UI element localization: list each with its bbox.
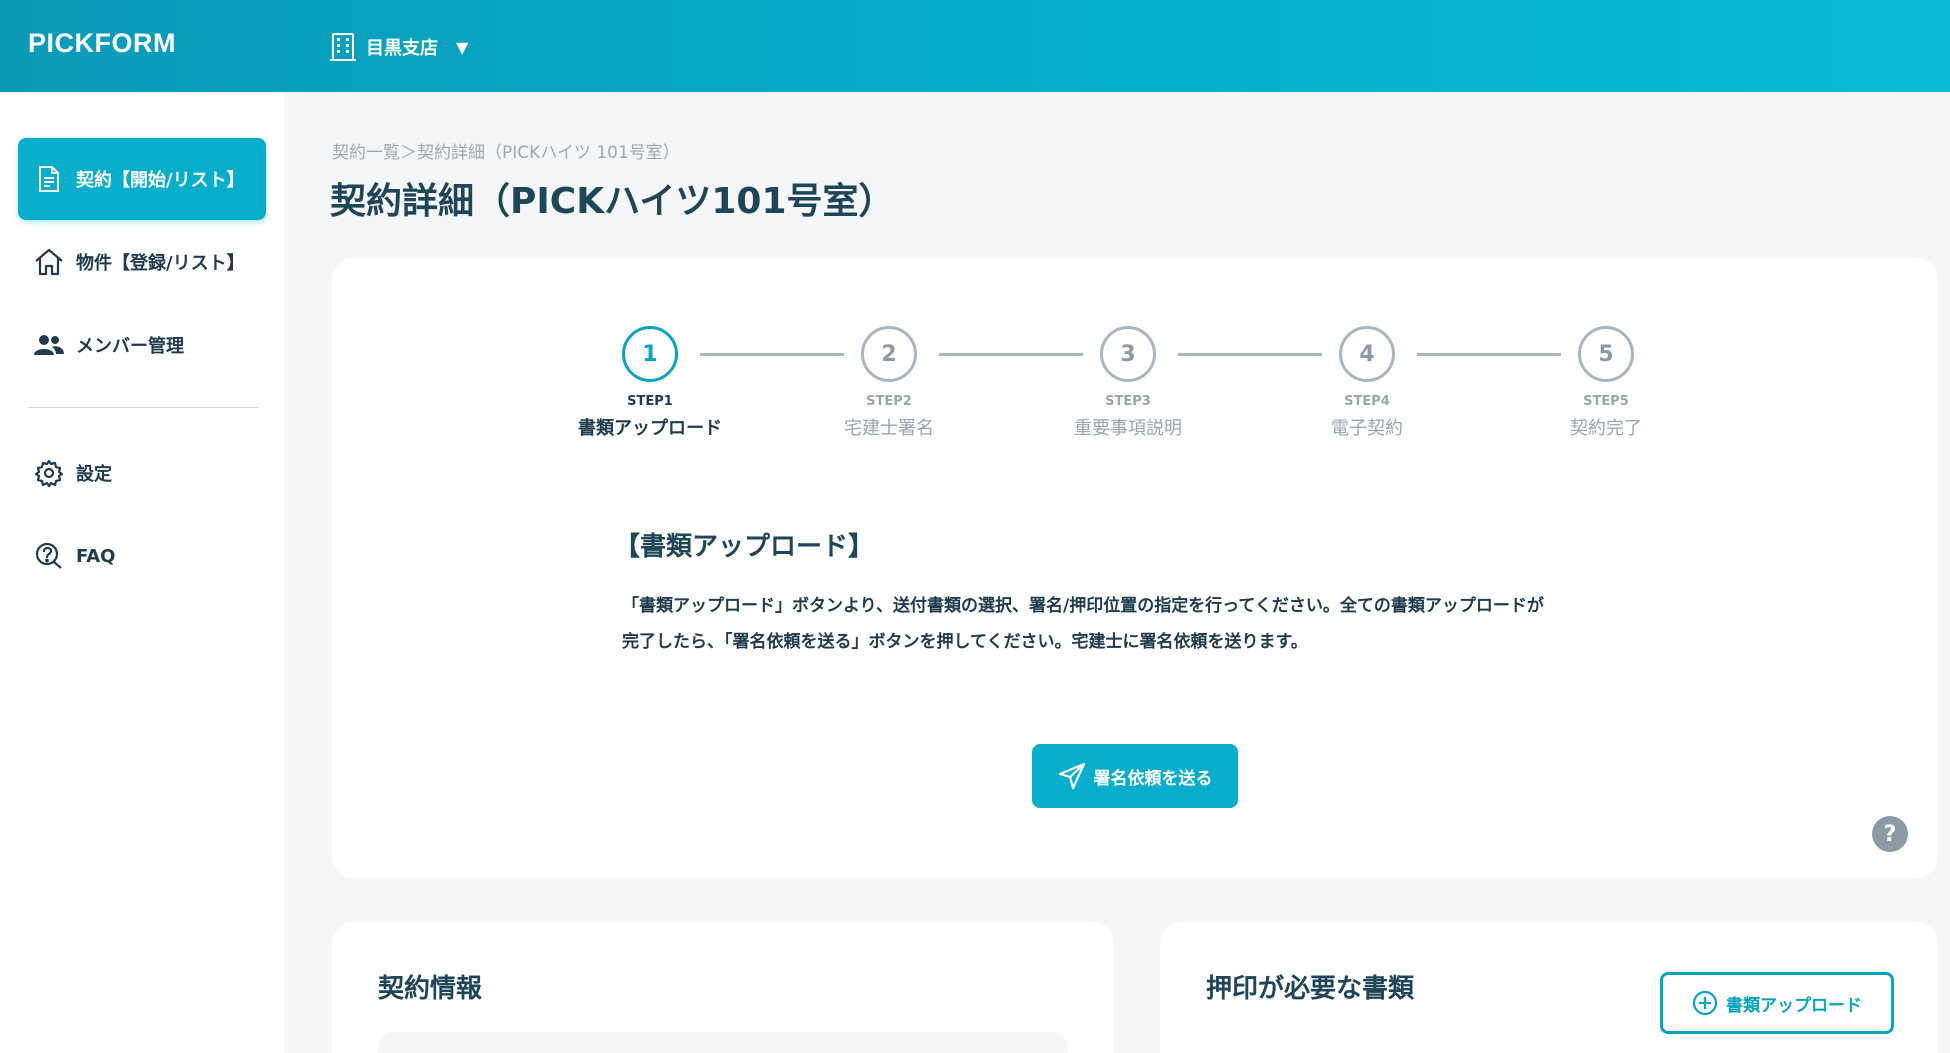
plus-circle-icon xyxy=(1692,990,1718,1016)
required-docs-title: 押印が必要な書類 xyxy=(1206,974,1415,1004)
sidebar-item-faq[interactable]: FAQ xyxy=(18,515,266,597)
sidebar-item-contracts[interactable]: 契約【開始/リスト】 xyxy=(18,138,266,220)
step-card: 1 STEP1 書類アップロード 2 STEP2 宅建士署名 3 STEP3 重… xyxy=(332,258,1938,878)
section-description-line: 「書類アップロード」ボタンより、送付書類の選択、署名/押印位置の指定を行ってくだ… xyxy=(622,596,1544,616)
sidebar-item-settings[interactable]: 設定 xyxy=(18,432,266,514)
step-connector xyxy=(700,353,844,356)
branch-name: 目黒支店 xyxy=(366,38,438,59)
section-description: 「書類アップロード」ボタンより、送付書類の選択、署名/押印位置の指定を行ってくだ… xyxy=(622,588,1672,660)
step-name-3: 重要事項説明 xyxy=(1074,418,1182,439)
step-circle-1: 1 xyxy=(622,326,678,382)
contract-info-card: 契約情報 xyxy=(332,922,1114,1053)
sidebar-item-label: 物件【登録/リスト】 xyxy=(76,253,245,274)
question-chat-icon xyxy=(34,541,64,571)
breadcrumb[interactable]: 契約一覧＞契約詳細（PICKハイツ 101号室） xyxy=(332,138,680,163)
building-icon xyxy=(330,32,356,62)
sidebar-item-label: FAQ xyxy=(76,545,116,567)
step-name-1: 書類アップロード xyxy=(578,418,722,439)
brand-logo[interactable]: PICKFORM xyxy=(28,28,176,59)
upload-documents-button[interactable]: 書類アップロード xyxy=(1660,972,1894,1034)
sidebar-divider xyxy=(28,407,258,408)
document-icon xyxy=(34,164,64,194)
chevron-down-icon: ▼ xyxy=(456,37,469,57)
step-code-2: STEP2 xyxy=(866,394,912,409)
step-code-5: STEP5 xyxy=(1583,394,1629,409)
step-code-3: STEP3 xyxy=(1105,394,1151,409)
sidebar-item-label: 契約【開始/リスト】 xyxy=(76,170,245,191)
top-header: PICKFORM 目黒支店 ▼ xyxy=(0,0,1950,92)
users-icon xyxy=(34,330,64,360)
paper-plane-icon xyxy=(1058,762,1086,790)
step-connector xyxy=(1417,353,1561,356)
step-circle-3: 3 xyxy=(1100,326,1156,382)
step-name-4: 電子契約 xyxy=(1331,418,1403,439)
home-icon xyxy=(34,247,64,277)
upload-button-label: 書類アップロード xyxy=(1726,995,1862,1016)
contract-info-title: 契約情報 xyxy=(378,974,483,1004)
send-button-label: 署名依頼を送る xyxy=(1093,768,1213,788)
branch-selector[interactable]: 目黒支店 ▼ xyxy=(330,30,468,64)
step-connector xyxy=(939,353,1083,356)
section-heading: 【書類アップロード】 xyxy=(614,532,875,562)
sidebar-item-properties[interactable]: 物件【登録/リスト】 xyxy=(18,221,266,303)
step-code-4: STEP4 xyxy=(1344,394,1390,409)
step-circle-2: 2 xyxy=(861,326,917,382)
gear-icon xyxy=(34,458,64,488)
sidebar-item-members[interactable]: メンバー管理 xyxy=(18,304,266,386)
step-code-1: STEP1 xyxy=(627,394,673,409)
sidebar-item-label: 設定 xyxy=(76,464,112,485)
stepper: 1 STEP1 書類アップロード 2 STEP2 宅建士署名 3 STEP3 重… xyxy=(332,258,1938,458)
step-name-5: 契約完了 xyxy=(1570,418,1642,439)
page-title: 契約詳細（PICKハイツ101号室） xyxy=(330,181,895,222)
contract-info-panel xyxy=(378,1032,1068,1053)
step-name-2: 宅建士署名 xyxy=(844,418,934,439)
step-circle-5: 5 xyxy=(1578,326,1634,382)
step-connector xyxy=(1178,353,1322,356)
sidebar-item-label: メンバー管理 xyxy=(76,336,184,357)
section-description-line: 完了したら、「署名依頼を送る」ボタンを押してください。宅建士に署名依頼を送ります… xyxy=(622,632,1308,652)
step-circle-4: 4 xyxy=(1339,326,1395,382)
sidebar: 契約【開始/リスト】 物件【登録/リスト】 メンバー管理 設定 FAQ xyxy=(0,92,284,1053)
help-button[interactable]: ? xyxy=(1872,816,1908,852)
send-signature-request-button[interactable]: 署名依頼を送る xyxy=(1032,744,1238,808)
required-docs-card: 押印が必要な書類 書類アップロード xyxy=(1160,922,1938,1053)
